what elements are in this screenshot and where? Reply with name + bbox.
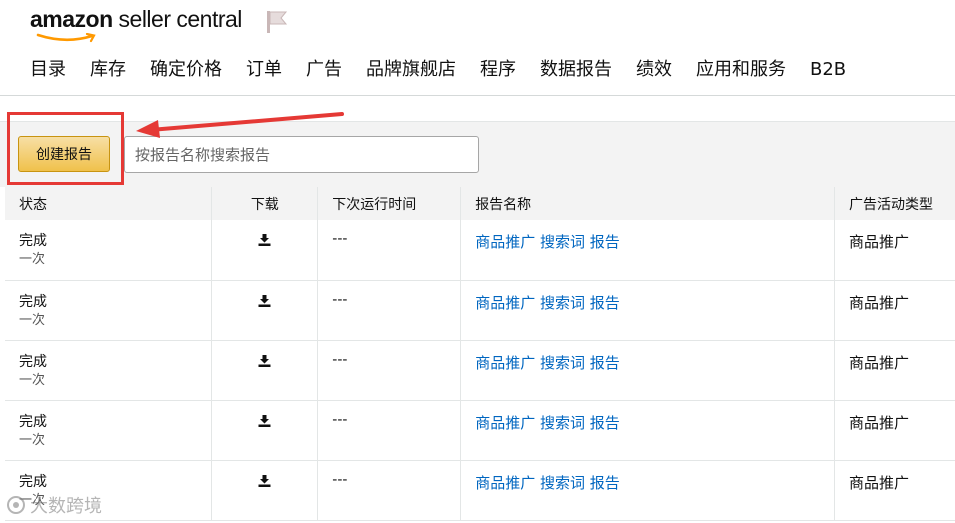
report-name-cell: 商品推广 搜索词 报告 — [460, 280, 836, 341]
status-text: 完成 — [19, 473, 47, 490]
next-run-cell: --- — [317, 280, 462, 341]
campaign-type-text: 商品推广 — [849, 233, 910, 251]
next-run-text: --- — [332, 291, 348, 308]
nav-item-2[interactable]: 确定价格 — [150, 58, 222, 82]
campaign-type-cell: 商品推广 — [834, 340, 955, 401]
status-cell: 完成 一次 — [5, 400, 213, 461]
download-cell — [211, 220, 319, 281]
frequency-text: 一次 — [19, 372, 46, 388]
frequency-text: 一次 — [19, 252, 46, 267]
status-text: 完成 — [19, 353, 47, 370]
download-icon[interactable] — [258, 354, 271, 371]
campaign-type-cell: 商品推广 — [834, 280, 955, 341]
report-name-cell: 商品推广 搜索词 报告 — [460, 220, 836, 281]
download-icon[interactable] — [258, 414, 271, 431]
report-name-link[interactable]: 商品推广 搜索词 报告 — [475, 294, 620, 312]
main-nav: 目录 库存 确定价格 订单 广告 品牌旗舰店 程序 数据报告 绩效 应用和服务 B2B — [30, 58, 870, 82]
report-search-input[interactable] — [124, 136, 479, 173]
reports-table: 状态 下载 下次运行时间 报告名称 广告活动类型 完成 一次 --- 商品推广 搜索词… — [5, 187, 955, 521]
status-cell: 完成 一次 — [5, 460, 213, 521]
report-name-cell: 商品推广 搜索词 报告 — [460, 400, 836, 461]
column-header-status[interactable]: 状态 — [5, 187, 213, 220]
download-cell — [211, 340, 319, 401]
table-row: 完成一次 --- 商品推广 搜索词 报告 商品推广 — [5, 400, 955, 461]
report-name-link[interactable]: 商品推广 搜索词 报告 — [475, 414, 620, 432]
nav-item-4[interactable]: 广告 — [306, 58, 342, 82]
nav-item-5[interactable]: 品牌旗舰店 — [366, 58, 456, 82]
campaign-type-text: 商品推广 — [849, 473, 910, 492]
status-cell: 完成 一次 — [5, 280, 213, 341]
status-cell: 完成 一次 — [5, 220, 213, 281]
column-header-report-name[interactable]: 报告名称 — [460, 187, 836, 220]
logo-text-bold: amazon — [30, 6, 113, 32]
campaign-type-cell: 商品推广 — [834, 400, 955, 461]
download-cell — [211, 460, 319, 521]
nav-item-7[interactable]: 数据报告 — [540, 58, 612, 82]
report-name-link[interactable]: 商品推广 搜索词 报告 — [475, 474, 620, 492]
frequency-text: 一次 — [19, 432, 46, 448]
nav-divider — [0, 95, 955, 96]
next-run-text: --- — [332, 351, 348, 368]
campaign-type-cell: 商品推广 — [834, 460, 955, 521]
campaign-type-text: 商品推广 — [849, 353, 910, 372]
report-name-link[interactable]: 商品推广 搜索词 报告 — [475, 233, 620, 251]
next-run-text: --- — [332, 231, 348, 247]
next-run-cell: --- — [317, 340, 462, 401]
status-text: 完成 — [19, 293, 47, 310]
nav-item-1[interactable]: 库存 — [90, 58, 126, 82]
next-run-text: --- — [332, 411, 348, 428]
report-name-link[interactable]: 商品推广 搜索词 报告 — [475, 354, 620, 372]
nav-item-0[interactable]: 目录 — [30, 58, 66, 82]
next-run-cell: --- — [317, 400, 462, 461]
amazon-smile-icon — [36, 33, 96, 43]
campaign-type-cell: 商品推广 — [834, 220, 955, 281]
column-header-campaign-type[interactable]: 广告活动类型 — [834, 187, 955, 220]
download-cell — [211, 280, 319, 341]
table-row: 完成一次 --- 商品推广 搜索词 报告 商品推广 — [5, 220, 955, 281]
status-cell: 完成 一次 — [5, 340, 213, 401]
download-cell — [211, 400, 319, 461]
status-text: 完成 — [19, 233, 47, 249]
nav-item-10[interactable]: B2B — [810, 58, 846, 82]
amazon-seller-central-logo[interactable]: amazon seller central — [30, 6, 243, 43]
nav-item-6[interactable]: 程序 — [480, 58, 516, 82]
nav-item-8[interactable]: 绩效 — [636, 58, 672, 82]
frequency-text: 一次 — [19, 312, 46, 328]
next-run-cell: --- — [317, 460, 462, 521]
table-row: 完成一次 --- 商品推广 搜索词 报告 商品推广 — [5, 460, 955, 521]
status-text: 完成 — [19, 413, 47, 430]
flag-icon[interactable] — [264, 9, 290, 35]
download-icon[interactable] — [258, 294, 271, 311]
column-header-next-run[interactable]: 下次运行时间 — [317, 187, 462, 220]
frequency-text: 一次 — [19, 492, 46, 508]
table-header-row: 状态 下载 下次运行时间 报告名称 广告活动类型 — [5, 187, 955, 220]
campaign-type-text: 商品推广 — [849, 413, 910, 432]
report-name-cell: 商品推广 搜索词 报告 — [460, 340, 836, 401]
column-header-download: 下载 — [211, 187, 319, 220]
create-report-button[interactable]: 创建报告 — [18, 136, 110, 172]
download-icon[interactable] — [258, 234, 271, 250]
report-name-cell: 商品推广 搜索词 报告 — [460, 460, 836, 521]
next-run-cell: --- — [317, 220, 462, 281]
next-run-text: --- — [332, 471, 348, 488]
download-icon[interactable] — [258, 474, 271, 491]
nav-item-9[interactable]: 应用和服务 — [696, 58, 786, 82]
nav-item-3[interactable]: 订单 — [246, 58, 282, 82]
logo-text: seller central — [112, 6, 243, 32]
campaign-type-text: 商品推广 — [849, 293, 910, 312]
table-row: 完成一次 --- 商品推广 搜索词 报告 商品推广 — [5, 280, 955, 341]
table-row: 完成一次 --- 商品推广 搜索词 报告 商品推广 — [5, 340, 955, 401]
